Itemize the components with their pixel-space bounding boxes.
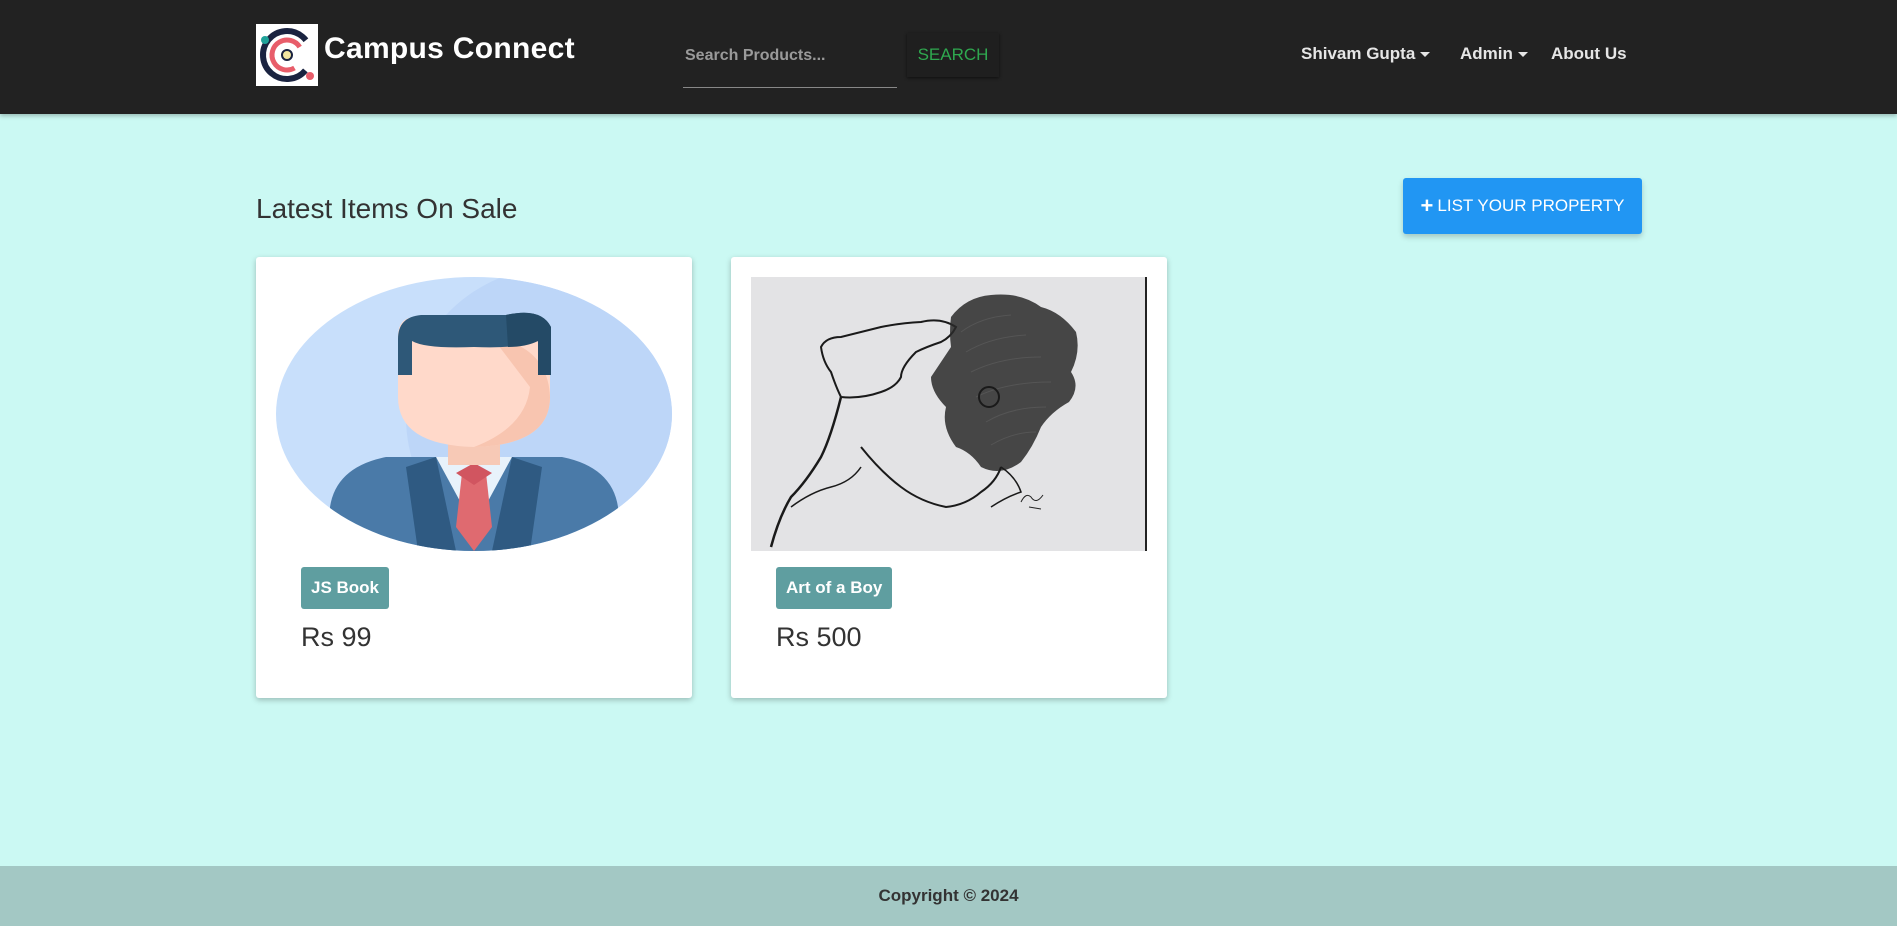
- product-price: Rs 99: [301, 622, 372, 652]
- list-property-label: LIST YOUR PROPERTY: [1437, 196, 1625, 215]
- campus-connect-logo-icon[interactable]: [256, 24, 318, 86]
- caret-down-icon: [1517, 51, 1528, 57]
- navbar: Campus Connect SEARCH Shivam Gupta Admin…: [0, 0, 1897, 114]
- search-input[interactable]: [683, 34, 901, 78]
- nav-admin-label: Admin: [1460, 44, 1513, 63]
- product-image-sketch[interactable]: [751, 277, 1147, 551]
- search-button[interactable]: SEARCH: [907, 33, 999, 77]
- product-card[interactable]: JS Book Rs 99: [256, 257, 692, 698]
- product-card[interactable]: Art of a Boy Rs 500: [731, 257, 1167, 698]
- product-title-badge: JS Book: [301, 567, 390, 609]
- product-image-businessman[interactable]: [276, 277, 672, 551]
- footer: Copyright © 2024: [0, 866, 1897, 926]
- plus-icon: +: [1420, 193, 1434, 218]
- list-property-button[interactable]: + LIST YOUR PROPERTY: [1403, 178, 1642, 234]
- nav-about-label: About Us: [1551, 44, 1627, 63]
- brand[interactable]: Campus Connect: [256, 24, 575, 86]
- product-price: Rs 500: [776, 622, 862, 652]
- nav-user-label: Shivam Gupta: [1301, 44, 1416, 63]
- product-title-badge: Art of a Boy: [776, 567, 893, 609]
- footer-copyright: Copyright © 2024: [878, 886, 1019, 905]
- nav-admin-dropdown[interactable]: Admin: [1460, 44, 1528, 64]
- brand-name[interactable]: Campus Connect: [324, 32, 575, 66]
- caret-down-icon: [1420, 51, 1431, 57]
- page-title: Latest Items On Sale: [256, 193, 518, 224]
- search-form: [683, 34, 901, 88]
- nav-user-dropdown[interactable]: Shivam Gupta: [1301, 44, 1431, 64]
- nav-about-link[interactable]: About Us: [1551, 44, 1627, 64]
